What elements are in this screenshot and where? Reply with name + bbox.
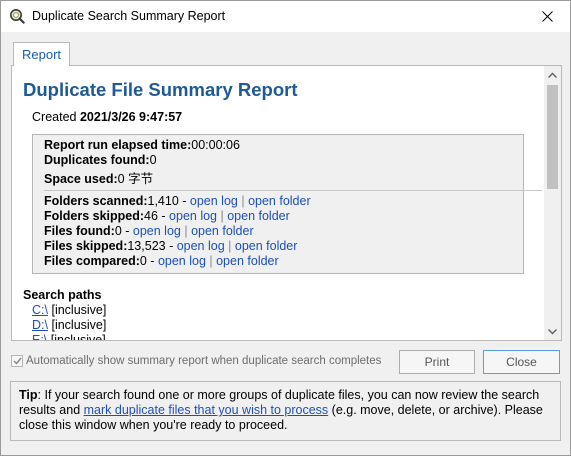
folders-scanned-open-log-link[interactable]: open log [190,194,238,208]
search-paths-heading: Search paths [23,288,102,302]
window-close-button[interactable] [524,1,570,32]
checkmark-icon [12,357,22,365]
print-button[interactable]: Print [399,350,475,374]
files-compared-open-log-link[interactable]: open log [158,254,206,268]
stat-dash: - [121,224,133,238]
stat-label: Folders scanned: [44,194,148,208]
close-icon [541,11,553,22]
created-value: 2021/3/26 9:47:57 [79,110,183,124]
stat-value: 0 [114,224,122,238]
folders-scanned-open-folder-link[interactable]: open folder [248,194,311,208]
stat-label: Files skipped: [44,239,128,253]
search-path-tag: [inclusive] [51,303,107,317]
stat-label: Files found: [44,224,115,238]
elapsed-time-row: Report run elapsed time:00:00:06 [44,138,240,152]
title-bar[interactable]: Duplicate Search Summary Report [1,1,570,32]
created-line: Created 2021/3/26 9:47:57 [32,110,182,124]
files-found-row: Files found:0 - open log | open folder [44,224,254,238]
auto-show-option[interactable]: Automatically show summary report when d… [11,355,381,367]
folders-skipped-open-log-link[interactable]: open log [169,209,217,223]
mark-duplicates-link[interactable]: mark duplicate files that you wish to pr… [84,403,329,417]
stat-label: Files compared: [44,254,140,268]
stat-separator: | [180,224,192,238]
stats-divider [44,190,542,191]
space-value: 0 字节 [117,172,154,186]
tab-report[interactable]: Report [13,42,70,66]
stat-separator: | [205,254,217,268]
stat-value: 46 [144,209,158,223]
stat-dash: - [146,254,158,268]
search-path-tag: [inclusive] [50,333,106,341]
scroll-down-button[interactable] [544,323,561,340]
search-path-tag: [inclusive] [51,318,107,332]
report-panel[interactable]: Duplicate File Summary Report Created 20… [11,65,562,341]
stat-separator: | [224,239,235,253]
created-label: Created [32,110,77,124]
auto-show-label: Automatically show summary report when d… [26,355,382,367]
search-path-link[interactable]: C:\ [32,303,48,317]
stat-dash: - [165,239,177,253]
files-skipped-open-folder-link[interactable]: open folder [235,239,298,253]
search-path-item: E:\ [inclusive] [32,333,106,341]
search-path-link[interactable]: D:\ [32,318,48,332]
stat-dash: - [157,209,170,223]
stat-dash: - [178,194,190,208]
search-path-item: C:\ [inclusive] [32,303,106,317]
scroll-up-button[interactable] [544,66,561,83]
duplicate-search-summary-window: Duplicate Search Summary Report Report D… [0,0,571,456]
stat-value: 1,410 [147,194,179,208]
stat-separator: | [217,209,228,223]
folders-skipped-row: Folders skipped:46 - open log | open fol… [44,209,290,223]
magnifier-q-icon [10,9,25,24]
duplicates-value: 0 [149,153,157,167]
files-found-open-folder-link[interactable]: open folder [191,224,254,238]
tip-label: Tip [19,388,38,402]
files-skipped-row: Files skipped:13,523 - open log | open f… [44,239,297,253]
chevron-up-icon [548,72,557,78]
duplicates-found-row: Duplicates found:0 [44,153,157,167]
stat-value: 0 [139,254,147,268]
search-path-link[interactable]: E:\ [32,333,47,340]
folders-scanned-row: Folders scanned:1,410 - open log | open … [44,194,311,208]
elapsed-label: Report run elapsed time: [44,138,192,152]
files-found-open-log-link[interactable]: open log [133,224,181,238]
stat-value: 13,523 [127,239,166,253]
files-compared-open-folder-link[interactable]: open folder [216,254,279,268]
stat-separator: | [237,194,249,208]
auto-show-checkbox[interactable] [11,355,23,367]
vertical-scrollbar[interactable] [544,66,561,340]
scrollbar-thumb[interactable] [547,85,558,189]
stat-label: Folders skipped: [44,209,145,223]
space-used-row: Space used:0 字节 [44,168,153,187]
search-path-item: D:\ [inclusive] [32,318,106,332]
chevron-down-icon [548,328,557,334]
space-label: Space used: [44,172,118,186]
stats-box: Report run elapsed time:00:00:06 Duplica… [32,134,542,274]
report-title: Duplicate File Summary Report [23,79,298,100]
tab-report-label: Report [21,47,62,62]
elapsed-value: 00:00:06 [191,138,240,152]
close-button[interactable]: Close [483,350,560,374]
duplicates-label: Duplicates found: [44,153,150,167]
files-skipped-open-log-link[interactable]: open log [177,239,225,253]
files-compared-row: Files compared:0 - open log | open folde… [44,254,279,268]
tip-box: Tip: If your search found one or more gr… [10,381,561,441]
folders-skipped-open-folder-link[interactable]: open folder [227,209,290,223]
window-title: Duplicate Search Summary Report [32,9,226,23]
